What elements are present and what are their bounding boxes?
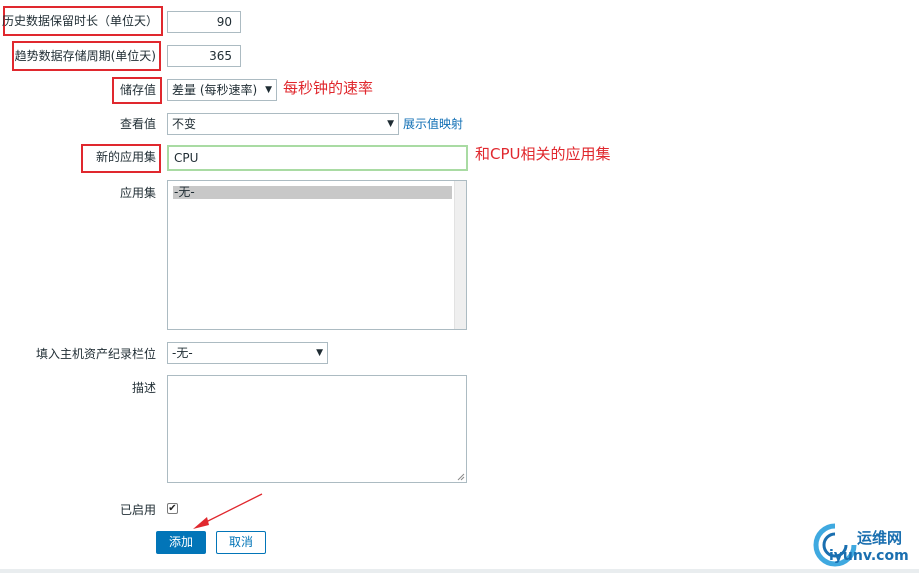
applications-option[interactable]: -无- bbox=[173, 186, 452, 199]
show-value-selected: 不变 bbox=[172, 117, 197, 131]
store-value-selected: 差量 (每秒速率) bbox=[172, 83, 258, 97]
add-button[interactable]: 添加 bbox=[156, 531, 206, 554]
show-value-select[interactable]: 不变 ▼ bbox=[167, 113, 399, 135]
value-mapping-link[interactable]: 展示值映射 bbox=[403, 116, 463, 132]
applications-listbox[interactable]: -无- bbox=[167, 180, 467, 330]
new-application-annotation: 和CPU相关的应用集 bbox=[475, 145, 611, 163]
chevron-down-icon: ▼ bbox=[316, 348, 323, 358]
applications-label: 应用集 bbox=[119, 186, 156, 200]
trends-label: 趋势数据存储周期(单位天) bbox=[14, 49, 156, 63]
enabled-label: 已启用 bbox=[119, 503, 156, 517]
store-value-select[interactable]: 差量 (每秒速率) ▼ bbox=[167, 79, 277, 101]
chevron-down-icon: ▼ bbox=[265, 85, 272, 95]
trends-input[interactable] bbox=[167, 45, 241, 67]
enabled-checkbox[interactable]: ✔ bbox=[167, 503, 178, 514]
watermark-cn: 运维网 bbox=[857, 529, 903, 547]
store-value-label: 储存值 bbox=[119, 83, 156, 97]
bottom-divider bbox=[0, 569, 919, 573]
store-value-annotation: 每秒钟的速率 bbox=[283, 79, 374, 97]
new-application-label: 新的应用集 bbox=[95, 150, 156, 164]
inventory-label: 填入主机资产纪录栏位 bbox=[35, 347, 156, 361]
resize-grip-icon[interactable] bbox=[457, 473, 465, 481]
inventory-select[interactable]: -无- ▼ bbox=[167, 342, 328, 364]
description-label: 描述 bbox=[131, 381, 156, 395]
history-input[interactable] bbox=[167, 11, 241, 33]
chevron-down-icon: ▼ bbox=[387, 119, 394, 129]
listbox-scrollbar[interactable] bbox=[454, 181, 466, 329]
inventory-selected: -无- bbox=[172, 346, 193, 360]
checkmark-icon: ✔ bbox=[168, 503, 177, 514]
cancel-button[interactable]: 取消 bbox=[216, 531, 266, 554]
watermark-url: iyunv.com bbox=[829, 548, 909, 564]
history-label: 历史数据保留时长（单位天） bbox=[1, 14, 158, 28]
red-arrow-icon bbox=[193, 493, 263, 529]
show-value-label: 查看值 bbox=[119, 117, 156, 131]
new-application-input[interactable] bbox=[167, 145, 468, 171]
description-textarea[interactable] bbox=[167, 375, 467, 483]
